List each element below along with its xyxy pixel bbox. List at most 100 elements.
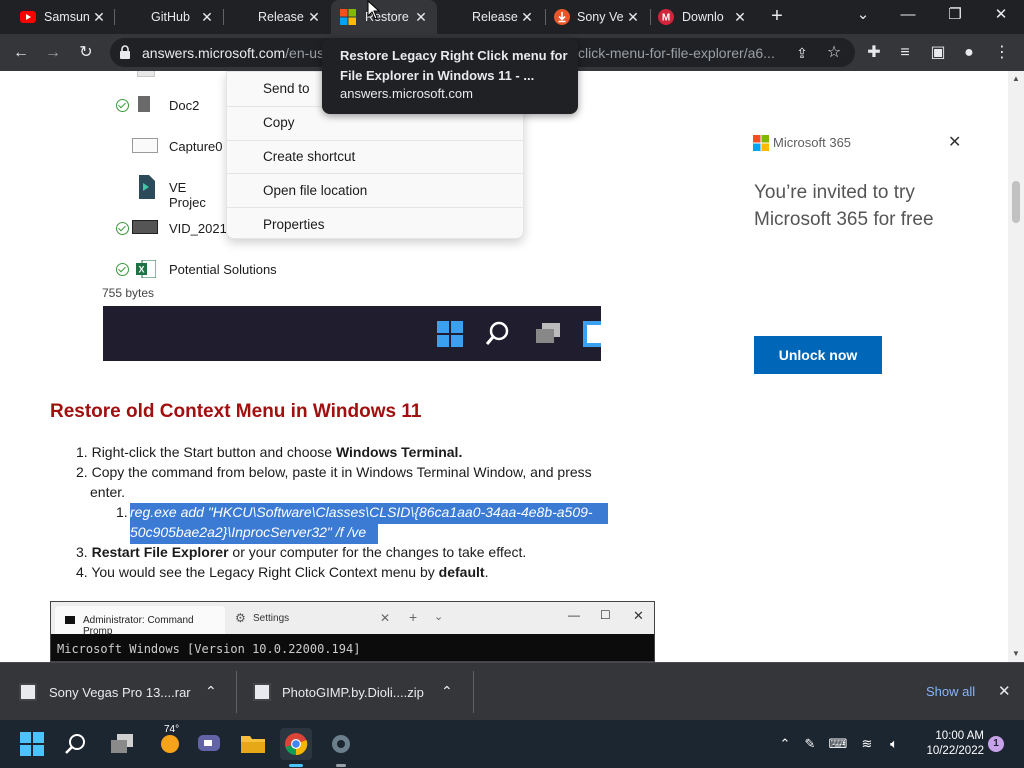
unlock-now-button[interactable]: Unlock now [754,336,882,374]
step-2-cont: enter. [90,484,126,500]
taskbar-app-chrome[interactable] [280,728,312,760]
task-view-button[interactable] [106,728,138,760]
wifi-icon[interactable]: ≋ [857,734,877,754]
windows-logo-icon [20,732,44,756]
maximize-button[interactable]: ❐ [941,4,969,26]
chevron-up-icon[interactable]: ⌃ [775,734,795,754]
github-icon [450,9,466,25]
youtube-icon [20,9,36,25]
cmd-icon [65,616,75,624]
weather-widget[interactable]: 74° [150,724,190,760]
chevron-up-icon[interactable]: ⌃ [441,683,453,700]
active-app-indicator [336,764,346,767]
share-icon[interactable]: ⇪ [790,41,814,65]
synced-check-icon [116,263,129,276]
notification-badge[interactable]: 1 [988,736,1004,752]
clock[interactable]: 10:00 AM 10/22/2022 [916,729,984,759]
tab-restore[interactable]: Restore ✕ [331,0,437,34]
scroll-down-icon[interactable]: ▼ [1011,649,1021,659]
download-item[interactable]: Sony Vegas Pro 13....rar ⌃ [0,663,236,721]
menu-item-copy[interactable]: Copy [263,115,295,130]
close-icon[interactable]: ✕ [91,9,107,25]
close-icon[interactable]: ✕ [519,9,535,25]
pen-menu-icon[interactable]: ✎ [800,734,820,754]
keyboard-icon[interactable]: ⌨ [828,734,848,754]
tab-title: Releases [258,10,304,24]
step-1: 1. Right-click the Start button and choo… [76,444,463,460]
registry-command[interactable]: reg.exe add "HKCU\Software\Classes\CLSID… [130,503,608,524]
file-name: Doc2 [169,98,200,113]
file-icon [137,71,155,77]
tab-download[interactable]: M Downlo ✕ [650,0,756,34]
reload-icon[interactable]: ↻ [74,41,98,65]
taskbar-app-settings[interactable] [325,728,357,760]
download-item[interactable]: PhotoGIMP.by.Dioli....zip ⌃ [237,663,473,721]
close-icon[interactable]: ✕ [413,9,429,25]
weather-temp: 74° [164,724,180,735]
taskbar-app-chat[interactable] [193,728,225,760]
scroll-thumb[interactable] [1012,181,1020,223]
close-icon[interactable]: ✕ [948,132,961,152]
chevron-down-icon: ⌄ [434,611,444,623]
back-icon[interactable]: ← [9,41,33,65]
chevron-up-icon[interactable]: ⌃ [205,683,217,700]
taskbar-app-file-explorer[interactable] [237,728,269,760]
tab-search-icon[interactable]: ⌄ [849,4,877,26]
close-icon[interactable]: ✕ [199,9,215,25]
close-window-button[interactable]: ✕ [987,4,1015,26]
tab-releases-2[interactable]: Releases ✕ [437,0,545,34]
forward-icon[interactable]: → [41,41,65,65]
registry-command-cont[interactable]: 50c905bae2a2}\InprocServer32" /f /ve [130,523,378,544]
file-row: VE Projec [0,175,220,210]
profile-icon[interactable]: ● [957,41,981,65]
url-tail: click-menu-for-file-explorer/a6... [578,45,775,61]
tab-samsung[interactable]: Samsung ✕ [0,0,114,34]
download-name: PhotoGIMP.by.Dioli....zip [282,685,424,700]
substep-marker: 1. [116,504,128,520]
menu-item-open-file-location[interactable]: Open file location [263,183,367,198]
excel-file-icon: X [136,259,157,279]
gmail-icon: M [658,9,674,25]
file-row: Capture0 [0,136,222,158]
minimize-button[interactable]: — [894,4,922,26]
close-icon[interactable]: ✕ [625,9,641,25]
github-icon [128,9,144,25]
menu-item-create-shortcut[interactable]: Create shortcut [263,149,355,164]
menu-icon[interactable]: ⋮ [990,41,1014,65]
menu-item-send-to[interactable]: Send to [263,81,310,96]
article-screenshot-terminal: Administrator: Command Promp ⚙ Settings … [50,601,655,662]
file-size: 755 bytes [102,286,155,300]
step-3: 3. Restart File Explorer or your compute… [76,544,527,560]
scroll-up-icon[interactable]: ▲ [1011,74,1021,84]
close-icon[interactable]: ✕ [732,9,748,25]
gear-icon [332,735,350,753]
extensions-icon[interactable]: ✚ [862,41,886,65]
tab-releases[interactable]: Releases ✕ [223,0,331,34]
download-icon [554,9,570,25]
menu-item-properties[interactable]: Properties [263,217,325,232]
show-all-button[interactable]: Show all [926,684,975,699]
tooltip-title: Restore Legacy Right Click menu for File… [340,48,568,83]
start-button[interactable] [16,728,48,760]
active-app-indicator [289,764,303,767]
task-view-icon [111,734,133,753]
tab-sony-vegas[interactable]: Sony Ve ✕ [545,0,650,34]
microsoft-icon [340,9,356,25]
page-scrollbar[interactable]: ▲ ▼ [1008,71,1024,662]
article-screenshot-taskbar [103,306,601,361]
step-4: 4. You would see the Legacy Right Click … [76,564,489,580]
close-icon[interactable]: ✕ [306,9,322,25]
tab-github[interactable]: GitHub ✕ [114,0,223,34]
folder-icon [241,736,265,753]
speaker-icon[interactable]: 🔈︎ [884,734,904,754]
plus-icon: + [409,609,418,625]
side-panel-icon[interactable]: ▣ [926,41,950,65]
taskbar-search[interactable] [60,728,92,760]
image-file-icon [132,138,158,153]
bookmark-star-icon[interactable]: ☆ [822,41,846,65]
close-icon[interactable]: ✕ [998,682,1011,700]
ad-brand: Microsoft 365 [773,135,852,150]
new-tab-button[interactable]: + [766,5,788,27]
close-icon: ✕ [380,611,391,625]
media-controls-icon[interactable]: ≡ [893,41,917,65]
